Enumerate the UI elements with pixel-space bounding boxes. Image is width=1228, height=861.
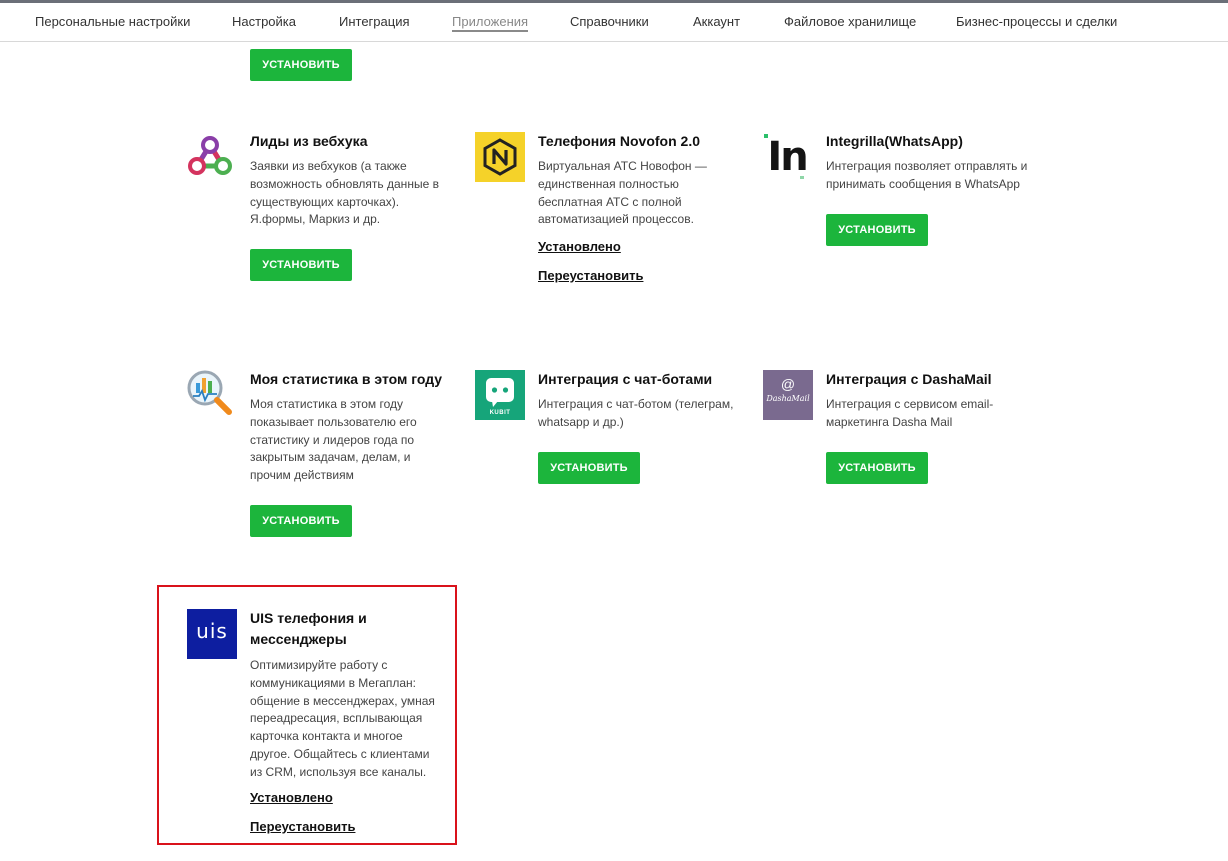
chatbot-icon: KUBIT [475,370,525,420]
tab-integration[interactable]: Интеграция [339,14,410,29]
tab-directories[interactable]: Справочники [570,14,649,29]
tab-settings[interactable]: Настройка [232,14,296,29]
app-title: Интеграция с DashaMail [826,371,992,387]
app-description: Интеграция позволяет отправлять и приним… [826,159,1028,191]
app-title: Моя статистика в этом году [250,371,443,387]
integrilla-icon: In [762,132,812,182]
tab-applications[interactable]: Приложения [452,14,529,32]
install-button[interactable]: УСТАНОВИТЬ [826,214,928,246]
reinstall-link[interactable]: Переустановить [538,268,643,283]
app-title: UIS телефония и мессенджеры [250,610,367,647]
app-description: Виртуальная АТС Новофон — единственная п… [538,159,707,227]
tab-business-processes[interactable]: Бизнес-процессы и сделки [956,14,1117,29]
app-description: Оптимизируйте работу с коммуникациями в … [250,658,435,779]
app-description: Моя статистика в этом году показывает по… [250,397,417,483]
settings-nav: Персональные настройки Настройка Интегра… [0,3,1228,42]
install-button[interactable]: УСТАНОВИТЬ [250,249,352,281]
app-title: Интеграция с чат-ботами [538,371,713,387]
dashamail-icon: @ DashaMail [763,370,813,420]
reinstall-link[interactable]: Переустановить [250,819,355,834]
statistics-icon [186,369,236,419]
webhook-icon [186,132,236,182]
tab-personal-settings[interactable]: Персональные настройки [35,14,190,29]
install-button[interactable]: УСТАНОВИТЬ [538,452,640,484]
uis-icon: uis [187,609,237,659]
install-button[interactable]: УСТАНОВИТЬ [250,505,352,537]
app-title: Integrilla(WhatsApp) [826,133,963,149]
installed-link[interactable]: Установлено [538,239,621,254]
install-button[interactable]: УСТАНОВИТЬ [826,452,928,484]
app-description: Интеграция с чат-ботом (телеграм, whatsa… [538,397,734,429]
installed-link[interactable]: Установлено [250,790,333,805]
novofon-icon [475,132,525,182]
tab-account[interactable]: Аккаунт [693,14,740,29]
app-title: Лиды из вебхука [250,133,368,149]
app-title: Телефония Novofon 2.0 [538,133,700,149]
tab-file-storage[interactable]: Файловое хранилище [784,14,916,29]
app-description: Заявки из вебхуков (а также возможность … [250,159,439,227]
install-button[interactable]: УСТАНОВИТЬ [250,49,352,81]
app-description: Интеграция с сервисом email-маркетинга D… [826,397,994,429]
